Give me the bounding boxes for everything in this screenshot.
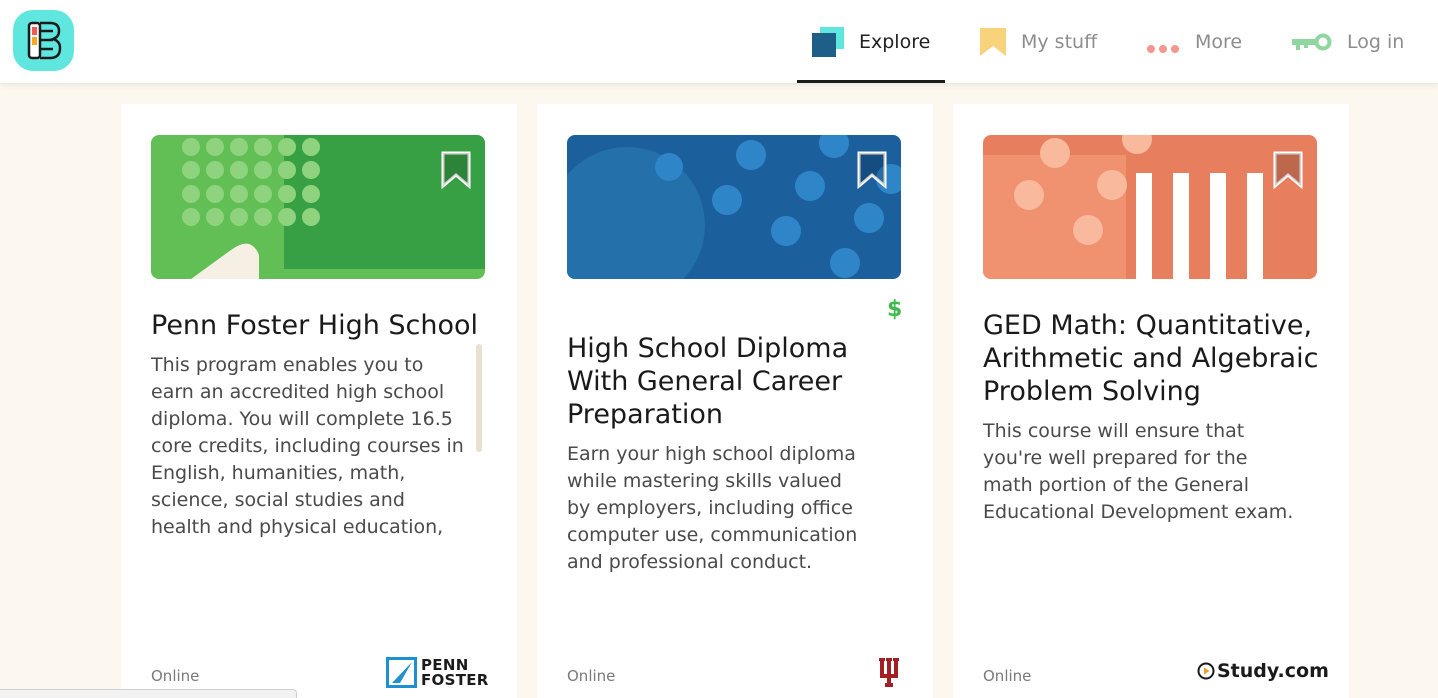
nav-more[interactable]: More <box>1147 0 1242 83</box>
key-icon <box>1292 33 1332 51</box>
iu-trident-icon <box>879 658 899 687</box>
course-title[interactable]: Penn Foster High School <box>151 309 491 342</box>
study-com-logo: Study.com <box>1197 660 1329 682</box>
active-tab-underline <box>797 80 945 83</box>
bookmark-icon <box>980 27 1006 56</box>
course-card[interactable]: GED Math: Quantitative, Arithmetic and A… <box>953 104 1349 698</box>
course-card[interactable]: $ High School Diploma With General Caree… <box>537 104 933 698</box>
description-scrollbar[interactable] <box>476 344 482 452</box>
explore-icon <box>812 26 844 57</box>
indiana-university-logo <box>877 656 901 692</box>
penn-logo-word-2: FOSTER <box>421 670 489 689</box>
browser-status-bar <box>0 689 297 698</box>
save-bookmark-icon[interactable] <box>857 151 887 193</box>
paid-course-icon: $ <box>887 297 903 322</box>
nav-explore-label: Explore <box>859 30 931 53</box>
course-title[interactable]: GED Math: Quantitative, Arithmetic and A… <box>983 309 1323 408</box>
penn-foster-mark-icon <box>386 657 417 688</box>
nav-my-stuff[interactable]: My stuff <box>980 0 1097 83</box>
delivery-mode: Online <box>983 667 1032 685</box>
delivery-mode: Online <box>151 667 200 685</box>
nav-log-in-label: Log in <box>1347 30 1405 53</box>
logo-icon <box>27 21 62 60</box>
nav-more-label: More <box>1195 30 1243 53</box>
course-title[interactable]: High School Diploma With General Career … <box>567 332 907 431</box>
brand-logo[interactable] <box>13 10 74 71</box>
course-banner-image <box>567 135 901 279</box>
course-banner-image <box>983 135 1317 279</box>
course-description: Earn your high school diploma while mast… <box>567 443 858 573</box>
delivery-mode: Online <box>567 667 616 685</box>
course-description: This course will ensure that you're well… <box>983 420 1294 523</box>
nav-explore[interactable]: Explore <box>797 0 945 83</box>
play-circle-icon <box>1197 662 1215 680</box>
nav-my-stuff-label: My stuff <box>1021 30 1098 53</box>
course-description: This program enables you to earn an accr… <box>151 354 464 538</box>
course-card[interactable]: Penn Foster High School This program ena… <box>121 104 517 698</box>
course-banner-image <box>151 135 485 279</box>
study-com-wordmark: Study.com <box>1217 660 1329 682</box>
top-navigation-bar: Explore My stuff More Log in <box>0 0 1438 83</box>
save-bookmark-icon[interactable] <box>441 151 471 193</box>
penn-foster-logo: PENN FOSTER <box>386 657 489 688</box>
more-dots-icon <box>1147 37 1180 53</box>
nav-log-in[interactable]: Log in <box>1292 0 1404 83</box>
save-bookmark-icon[interactable] <box>1273 151 1303 193</box>
